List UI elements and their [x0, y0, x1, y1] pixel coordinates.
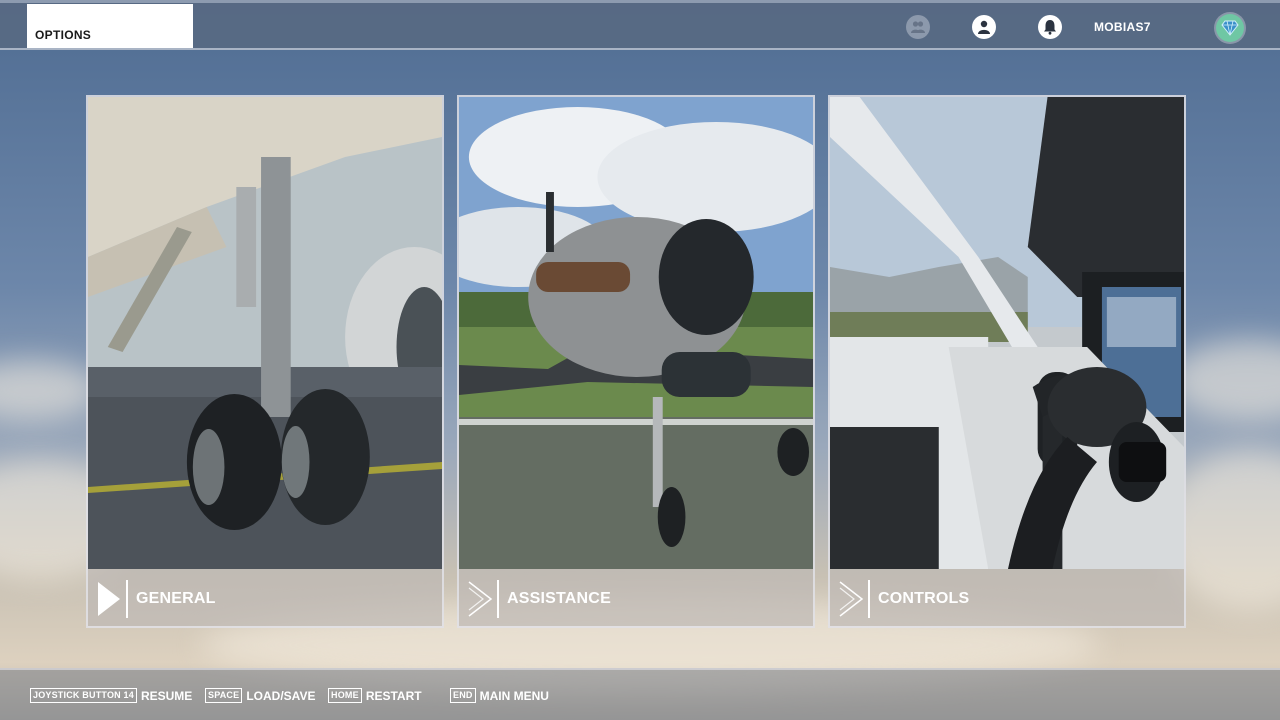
divider [126, 579, 128, 618]
divider [868, 579, 870, 618]
bottom-bar: JOYSTICK BUTTON 14 RESUME SPACE LOAD/SAV… [0, 668, 1280, 720]
profile-icon[interactable] [972, 15, 996, 39]
hint-main-menu[interactable]: END MAIN MENU [450, 688, 549, 703]
card-footer: CONTROLS [830, 569, 1184, 626]
key-badge: END [450, 688, 476, 703]
card-label-assistance: ASSISTANCE [507, 589, 611, 607]
hint-label: MAIN MENU [479, 688, 549, 703]
chevron-right-icon [839, 580, 864, 617]
general-card-image [88, 97, 442, 569]
card-label-general: GENERAL [136, 589, 216, 607]
notifications-icon[interactable] [1038, 15, 1062, 39]
username-label[interactable]: MOBIAS7 [1094, 20, 1151, 34]
controls-card-image [830, 97, 1184, 569]
card-assistance[interactable]: ASSISTANCE [457, 95, 815, 628]
options-tab[interactable]: OPTIONS [27, 4, 193, 48]
card-controls[interactable]: CONTROLS [828, 95, 1186, 628]
top-bar: OPTIONS MOBIAS7 [0, 0, 1280, 50]
key-badge: JOYSTICK BUTTON 14 [30, 688, 137, 703]
cloud [1170, 340, 1280, 420]
hint-label: LOAD/SAVE [246, 688, 316, 703]
chevron-right-icon [468, 580, 493, 617]
friends-icon[interactable] [906, 15, 930, 39]
chevron-right-icon [98, 581, 120, 616]
gem-icon[interactable] [1216, 14, 1244, 42]
key-badge: HOME [328, 688, 362, 703]
key-badge: SPACE [205, 688, 243, 703]
hint-resume[interactable]: JOYSTICK BUTTON 14 RESUME [30, 688, 192, 703]
card-label-controls: CONTROLS [878, 589, 970, 607]
card-footer: ASSISTANCE [459, 569, 813, 626]
hint-label: RESUME [140, 688, 193, 703]
hint-restart[interactable]: HOME RESTART [328, 688, 422, 703]
assistance-card-image [459, 97, 813, 569]
cloud [0, 360, 100, 420]
card-general[interactable]: GENERAL [86, 95, 444, 628]
hint-load-save[interactable]: SPACE LOAD/SAVE [205, 688, 315, 703]
card-footer: GENERAL [88, 569, 442, 626]
divider [497, 579, 499, 618]
hint-label: RESTART [365, 688, 422, 703]
